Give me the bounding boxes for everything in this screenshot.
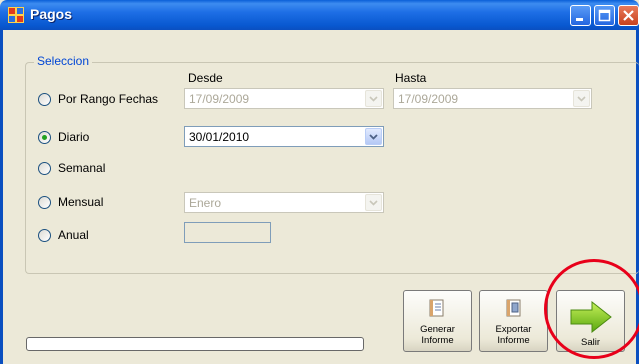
desde-date-picker[interactable]: 17/09/2009 xyxy=(184,88,384,109)
close-icon xyxy=(623,10,634,21)
hasta-dropdown-button[interactable] xyxy=(573,90,590,107)
radio-mensual[interactable] xyxy=(38,196,51,209)
mensual-month-select[interactable]: Enero xyxy=(184,192,384,213)
exportar-label-line2: Informe xyxy=(497,335,530,346)
desde-date-value: 17/09/2009 xyxy=(189,92,250,106)
radio-diario-label[interactable]: Diario xyxy=(58,130,89,144)
anual-year-input[interactable] xyxy=(184,222,271,243)
pagos-window: Pagos Seleccion Desde Hasta Por Rango Fe… xyxy=(0,0,639,364)
radio-diario[interactable] xyxy=(38,131,51,144)
chevron-down-icon xyxy=(577,96,586,102)
radio-anual[interactable] xyxy=(38,229,51,242)
radio-semanal-label[interactable]: Semanal xyxy=(58,161,105,175)
mensual-dropdown-button[interactable] xyxy=(365,194,382,211)
highlight-annotation-circle xyxy=(544,259,639,359)
generar-label-line1: Generar xyxy=(420,324,455,335)
maximize-icon xyxy=(598,9,611,22)
chevron-down-icon xyxy=(369,200,378,206)
exportar-label-line1: Exportar xyxy=(495,324,532,335)
seleccion-legend: Seleccion xyxy=(34,54,93,68)
desde-dropdown-button[interactable] xyxy=(365,90,382,107)
hasta-label: Hasta xyxy=(395,71,427,85)
export-document-icon xyxy=(506,299,521,317)
desde-label: Desde xyxy=(188,71,223,85)
window-title: Pagos xyxy=(30,6,73,22)
diario-dropdown-button[interactable] xyxy=(365,128,382,145)
hasta-date-picker[interactable]: 17/09/2009 xyxy=(393,88,592,109)
close-button[interactable] xyxy=(618,5,639,26)
radio-semanal[interactable] xyxy=(38,162,51,175)
report-document-icon xyxy=(429,299,444,317)
hasta-date-value: 17/09/2009 xyxy=(398,92,459,106)
radio-por-rango-fechas-label[interactable]: Por Rango Fechas xyxy=(58,92,158,106)
minimize-icon xyxy=(576,18,583,21)
radio-anual-label[interactable]: Anual xyxy=(58,228,89,242)
diario-date-value: 30/01/2010 xyxy=(189,130,250,144)
window-border-left xyxy=(0,30,3,364)
exportar-informe-button[interactable]: Exportar Informe xyxy=(479,290,548,352)
radio-por-rango-fechas[interactable] xyxy=(38,93,51,106)
minimize-button[interactable] xyxy=(570,5,591,26)
radio-mensual-label[interactable]: Mensual xyxy=(58,195,103,209)
maximize-button[interactable] xyxy=(594,5,615,26)
generar-label-line2: Informe xyxy=(421,335,454,346)
title-bar[interactable]: Pagos xyxy=(0,0,639,30)
app-window-icon xyxy=(8,7,24,23)
mensual-month-value: Enero xyxy=(189,196,222,210)
generar-informe-button[interactable]: Generar Informe xyxy=(403,290,472,352)
chevron-down-icon xyxy=(369,134,378,140)
diario-date-picker[interactable]: 30/01/2010 xyxy=(184,126,384,147)
chevron-down-icon xyxy=(369,96,378,102)
progress-bar xyxy=(26,337,364,351)
